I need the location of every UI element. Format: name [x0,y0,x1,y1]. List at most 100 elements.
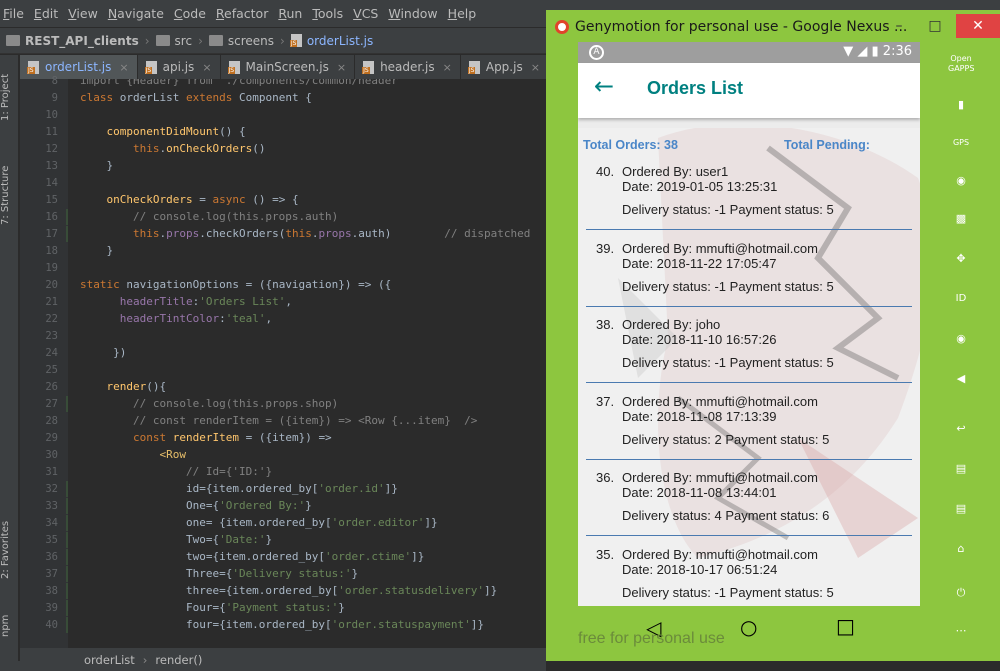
code-line[interactable]: class orderList extends Component { [80,91,312,104]
divider [586,305,912,307]
code-line[interactable]: Four={'Payment status:'} [80,601,345,614]
minimize-button[interactable]: – [882,14,916,38]
menu-window[interactable]: Window [388,6,437,21]
device-id-button[interactable]: ID [948,286,974,312]
list-item[interactable]: 36. Ordered By: mmufti@hotmail.com Date: 2… [588,470,911,540]
menu-file[interactable]: File [3,6,24,21]
menu-view[interactable]: View [68,6,98,21]
code-line[interactable]: } [80,244,113,257]
code-line[interactable]: componentDidMount() { [80,125,246,138]
close-icon[interactable]: × [337,61,346,74]
code-line[interactable]: this.onCheckOrders() [80,142,265,155]
code-line[interactable]: id={item.ordered_by['order.id']} [80,482,398,495]
gps-button[interactable]: GPS [948,130,974,156]
media-icon[interactable]: ▩ [948,206,974,232]
breadcrumb-project[interactable]: REST_API_clients › [6,34,150,48]
breadcrumb-src[interactable]: src › [155,34,203,48]
code-line[interactable]: }) [80,346,126,359]
menu-code[interactable]: Code [174,6,206,21]
code-line[interactable]: two={item.ordered_by['order.ctime']} [80,550,424,563]
close-icon[interactable]: × [531,61,540,74]
code-line[interactable]: onCheckOrders = async () => { [80,193,299,206]
disk-io-icon[interactable]: ◉ [948,326,974,352]
status-method[interactable]: render() [155,653,202,667]
status-file[interactable]: orderList [84,653,135,667]
line-number: 40 [45,619,58,631]
folder-icon [208,35,223,46]
code-line[interactable]: // console.log(this.props.auth) [80,210,338,223]
maximize-button[interactable]: □ [918,14,952,38]
code-line[interactable]: static navigationOptions = ({navigation}… [80,278,391,291]
home-side-icon[interactable]: ⌂ [948,536,974,562]
menu-tools[interactable]: Tools [312,6,343,21]
dpad-icon[interactable]: ✥ [948,246,974,272]
tab-header[interactable]: header.js× [355,55,461,79]
power-icon[interactable]: ⏻ [948,580,974,606]
code-line[interactable]: four={item.ordered_by['order.statuspayme… [80,618,484,631]
orders-list[interactable]: Total Orders: 38 Total Pending: 40. Order… [578,128,920,606]
breadcrumb-screens[interactable]: screens › [208,34,285,48]
code-line[interactable]: // const renderItem = ({item}) => <Row {… [80,414,477,427]
menu-run[interactable]: Run [278,6,302,21]
close-icon[interactable]: × [443,61,452,74]
order-number: 40. [596,164,615,179]
more-icon[interactable]: ⋯ [948,618,974,644]
list-item[interactable]: 37. Ordered By: mmufti@hotmail.com Date: 2… [588,394,911,464]
close-icon[interactable]: × [119,61,128,74]
code-line[interactable]: this.props.checkOrders(this.props.auth) … [80,227,530,240]
list-item[interactable]: 39. Ordered By: mmufti@hotmail.com Date: 2… [588,241,911,311]
webcam-icon[interactable]: ◉ [948,168,974,194]
back-side-icon[interactable]: ↩ [948,416,974,442]
list-item[interactable]: 40. Ordered By: user1 Date: 2019-01-05 13:… [588,164,911,234]
android-notification-icon: A [589,45,604,60]
menu-refactor[interactable]: Refactor [216,6,268,21]
line-number: 27 [45,398,58,410]
close-icon[interactable]: × [202,61,211,74]
code-line[interactable]: // Id={'ID:'} [80,465,272,478]
code-line[interactable]: Two={'Date:'} [80,533,272,546]
recents-nav-icon[interactable]: □ [836,614,855,638]
order-date: Date: 2018-11-22 17:05:47 [622,255,777,271]
menu-edit[interactable]: Edit [34,6,58,21]
recent-apps-side-icon[interactable]: ▤ [948,456,974,482]
code-line[interactable]: // console.log(this.props.shop) [80,397,338,410]
breadcrumb-file[interactable]: orderList.js [289,34,373,48]
line-number: 18 [45,245,58,257]
battery-widget-icon[interactable]: ▮ [948,92,974,118]
structure-tool-tab[interactable]: 7: Structure [0,155,19,235]
order-number: 37. [596,393,615,409]
divider [586,535,912,536]
favorites-tool-tab[interactable]: 2: Favorites [0,515,19,585]
opengapps-button[interactable]: Open GAPPS [948,54,974,80]
code-line[interactable]: one= {item.ordered_by['order.editor']} [80,516,438,529]
code-line[interactable]: three={item.ordered_by['order.statusdeli… [80,584,497,597]
network-icon[interactable]: ◀ [948,366,974,392]
code-line[interactable]: import {Header} from './components/commo… [80,79,405,87]
close-button[interactable]: ✕ [956,14,1000,38]
tab-mainscreen[interactable]: MainScreen.js× [221,55,356,79]
code-line[interactable]: One={'Ordered By:'} [80,499,312,512]
home-nav-icon[interactable]: ○ [740,615,757,639]
project-tool-tab[interactable]: 1: Project [0,67,19,127]
line-number: 31 [45,466,58,478]
tab-api[interactable]: api.js× [138,55,221,79]
back-arrow-icon[interactable]: ← [594,72,614,100]
code-line[interactable]: render(){ [80,380,167,393]
menu-navigate[interactable]: Navigate [108,6,164,21]
code-line[interactable]: headerTitle:'Orders List', [80,295,292,308]
code-editor[interactable]: import {Header} from './components/commo… [68,79,546,648]
menu-help[interactable]: Help [448,6,477,21]
line-number: 22 [45,313,58,325]
menu-vcs[interactable]: VCS [353,6,378,21]
code-line[interactable]: <Row [80,448,186,461]
line-number: 8 [51,75,58,87]
code-line[interactable]: Three={'Delivery status:'} [80,567,358,580]
code-line[interactable]: } [80,159,113,172]
list-item[interactable]: 35. Ordered By: mmufti@hotmail.com Date: 2… [588,547,911,607]
npm-tool-tab[interactable]: npm [0,613,19,639]
code-line[interactable]: const renderItem = ({item}) => [80,431,332,444]
tab-app[interactable]: App.js× [461,55,549,79]
list-item[interactable]: 38. Ordered By: joho Date: 2018-11-10 16:5… [588,317,911,387]
menu-side-icon[interactable]: ▤ [948,496,974,522]
code-line[interactable]: headerTintColor:'teal', [80,312,272,325]
